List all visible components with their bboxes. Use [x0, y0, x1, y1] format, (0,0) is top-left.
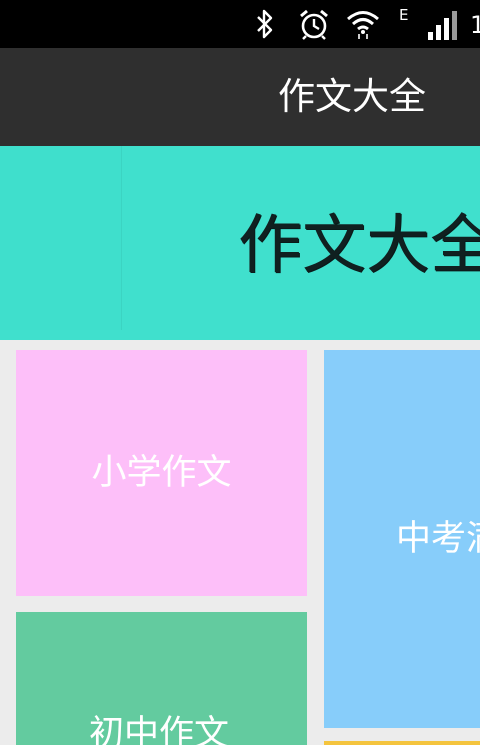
clock-text: 1	[470, 11, 480, 39]
tile-primary-school-essays[interactable]: 小学作文	[16, 350, 307, 596]
banner[interactable]: 作文大全	[0, 146, 480, 340]
action-bar-title: 作文大全	[278, 75, 426, 118]
banner-title: 作文大全	[238, 209, 480, 283]
app-screen: E 1 作文大全 作文大全 小学作文 初中作文 中考满	[0, 0, 480, 745]
network-type-label: E	[399, 6, 409, 24]
tile-partial-next[interactable]	[324, 741, 480, 745]
signal-icon	[428, 11, 457, 40]
tile-label: 初中作文	[89, 714, 230, 745]
tile-label: 小学作文	[91, 453, 232, 493]
bluetooth-icon	[257, 9, 273, 39]
action-bar: 作文大全	[0, 48, 480, 146]
tile-zhongkao-essays[interactable]: 中考满	[324, 350, 480, 728]
wifi-icon	[347, 11, 379, 39]
status-bar: E 1	[0, 0, 480, 48]
tile-junior-high-essays[interactable]: 初中作文	[16, 612, 307, 745]
tile-label: 中考满	[396, 519, 480, 559]
banner-slide-edge	[0, 146, 122, 330]
alarm-icon	[300, 9, 328, 40]
